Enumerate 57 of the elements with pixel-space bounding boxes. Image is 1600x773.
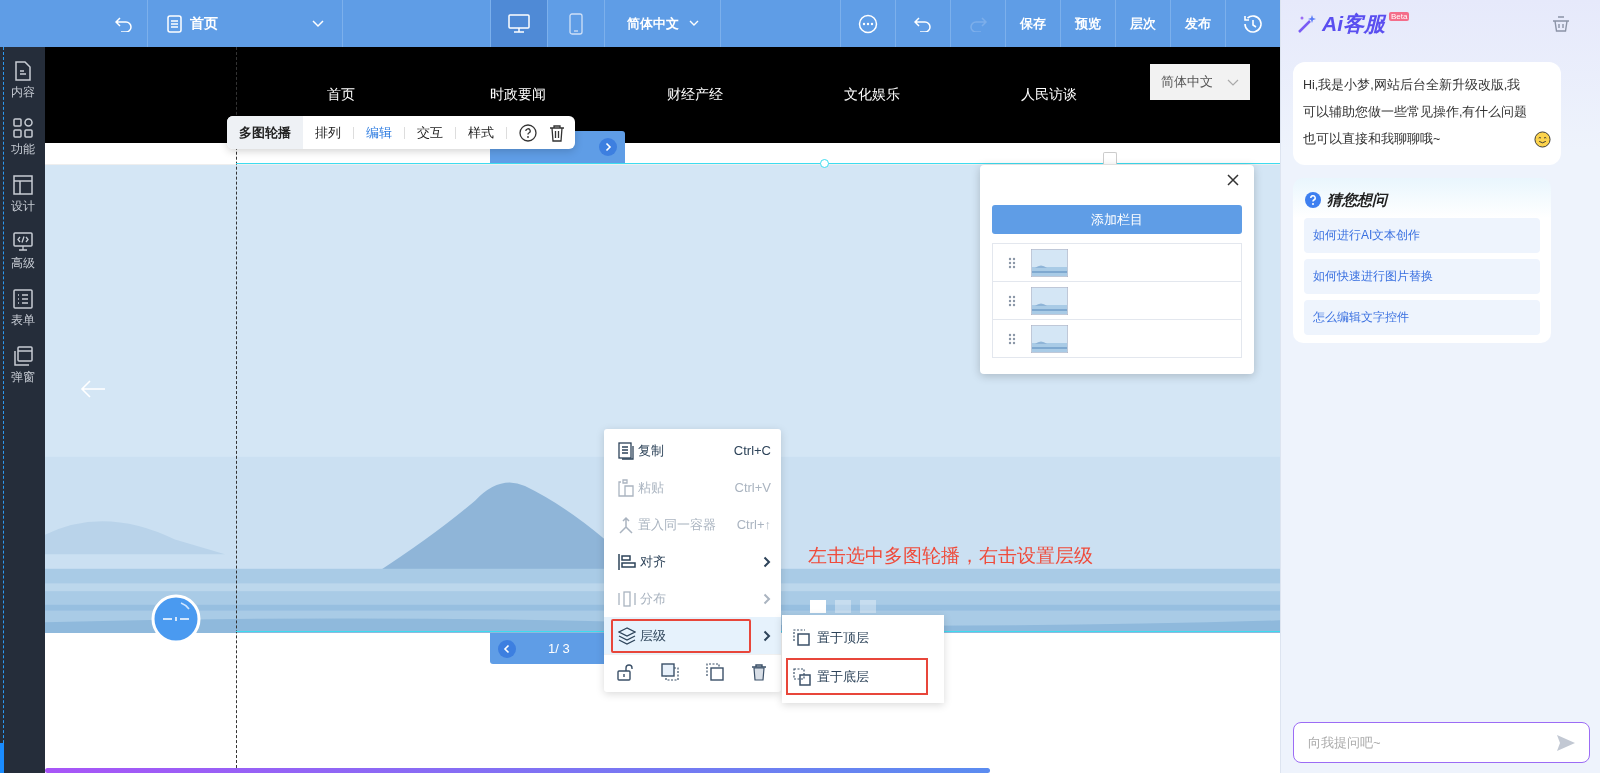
send-to-back-icon <box>793 667 811 686</box>
list-icon <box>12 289 33 309</box>
grid-icon <box>12 118 33 138</box>
caret-icon <box>688 20 699 27</box>
sidebar-item[interactable]: 设计 <box>10 171 35 219</box>
assistant-logo: Ai客服 <box>1322 10 1385 37</box>
beta-badge: Beta <box>1389 12 1410 21</box>
undo-icon <box>114 15 133 32</box>
suggestion-title: 猜您想问 <box>1327 190 1387 210</box>
nav-link[interactable]: 人民访谈 <box>960 86 1137 104</box>
sidebar-item[interactable]: 高级 <box>10 228 35 276</box>
page-icon <box>166 14 182 33</box>
element-type-label: 多图轮播 <box>227 116 303 149</box>
sidebar-item[interactable]: 表单 <box>10 285 35 333</box>
nav-link[interactable]: 财经产经 <box>606 86 783 104</box>
trash-icon <box>750 663 767 681</box>
document-icon <box>13 61 32 81</box>
page-counter: 1/ 3 <box>548 641 570 656</box>
window-stack-icon <box>12 346 33 366</box>
toolbar-tab[interactable]: 编辑 <box>354 123 404 142</box>
caret-icon <box>1227 78 1239 86</box>
basket-icon[interactable] <box>1552 15 1570 32</box>
previous-icon[interactable] <box>498 639 516 658</box>
sidebar-item[interactable]: 功能 <box>10 114 35 162</box>
code-monitor-icon <box>12 232 33 252</box>
drag-handle[interactable] <box>1103 152 1117 164</box>
phone-icon <box>569 12 583 35</box>
unlock-icon <box>617 663 636 681</box>
menu-item[interactable]: 置于底层 <box>786 658 928 695</box>
send-icon[interactable] <box>1556 734 1576 752</box>
nav-link[interactable]: 时政要闻 <box>429 86 606 104</box>
suggested-question[interactable]: 如何进行AI文本创作 <box>1304 218 1540 253</box>
toolbar-tab[interactable]: 样式 <box>456 123 506 142</box>
help-icon[interactable] <box>519 123 537 142</box>
monitor-icon <box>508 13 530 34</box>
trash-icon[interactable] <box>549 123 565 142</box>
desktop-view-button[interactable] <box>491 0 548 47</box>
smiley-icon <box>1534 131 1551 148</box>
chat-message: Hi,我是小梦,网站后台全新升级改版,我可以辅助您做一些常见操作,有什么问题也可以直接和我聊聊哦~ <box>1303 77 1529 148</box>
caret-icon <box>312 19 324 28</box>
suggested-question[interactable]: 如何快速进行图片替换 <box>1304 259 1540 294</box>
bring-forward-icon <box>661 663 680 681</box>
suggested-question[interactable]: 怎么编辑文字控件 <box>1304 300 1540 335</box>
scrollbar[interactable] <box>45 768 990 773</box>
sidebar-item[interactable]: 内容 <box>10 57 35 105</box>
question-icon <box>1304 191 1322 209</box>
send-backward-icon <box>705 663 724 681</box>
next-icon[interactable] <box>599 138 617 156</box>
toolbar-tab[interactable]: 排列 <box>303 123 353 142</box>
nav-link[interactable]: 首页 <box>252 86 429 104</box>
chat-input-field[interactable]: 向我提问吧~ <box>1293 722 1590 763</box>
nav-link[interactable]: 文化娱乐 <box>783 86 960 104</box>
layout-icon <box>12 175 33 195</box>
sidebar-item[interactable]: 弹窗 <box>10 342 35 390</box>
language-select[interactable]: 简体中文 <box>1150 64 1250 100</box>
toolbar-tab[interactable]: 交互 <box>405 123 455 142</box>
bring-to-front-icon <box>793 628 811 647</box>
